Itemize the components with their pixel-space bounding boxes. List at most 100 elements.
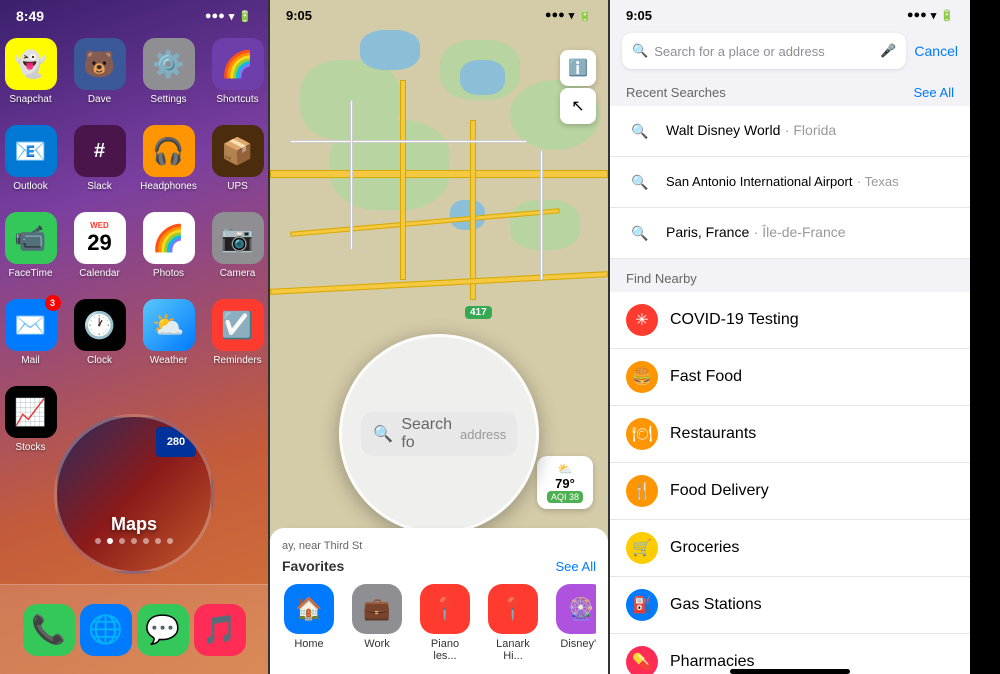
nearby-gas[interactable]: ⛽ Gas Stations <box>610 577 970 634</box>
recent-name-1: Walt Disney World <box>666 122 780 138</box>
app-slack[interactable]: # Slack <box>72 125 127 192</box>
park-area-3 <box>330 120 450 210</box>
shortcuts-label: Shortcuts <box>216 94 258 105</box>
fav-piano[interactable]: 📍 Piano les... <box>418 584 472 662</box>
favorites-see-all[interactable]: See All <box>556 559 596 574</box>
app-outlook[interactable]: 📧 Outlook <box>3 125 58 192</box>
app-camera[interactable]: 📷 Camera <box>210 212 265 279</box>
stocks-icon: 📈 <box>5 386 57 438</box>
fav-lanark-label: Lanark Hi... <box>486 638 540 662</box>
nearby-covid[interactable]: ✳ COVID-19 Testing <box>610 292 970 349</box>
maps-signal-icon: ●●● <box>545 9 565 22</box>
nearby-label-groceries: Groceries <box>670 539 739 557</box>
app-ups[interactable]: 📦 UPS <box>210 125 265 192</box>
fav-disney-label: Disney's <box>560 638 596 650</box>
ups-label: UPS <box>227 181 248 192</box>
app-reminders[interactable]: ☑️ Reminders <box>210 299 265 366</box>
outlook-icon: 📧 <box>5 125 57 177</box>
status-icons-1: ●●● ▾ 🔋 <box>205 10 252 23</box>
app-calendar[interactable]: WED 29 Calendar <box>72 212 127 279</box>
fav-disney[interactable]: 🎡 Disney's <box>554 584 596 662</box>
nearby-pharmacies[interactable]: 💊 Pharmacies <box>610 634 970 674</box>
page-dot-3 <box>119 538 125 544</box>
ups-icon: 📦 <box>212 125 264 177</box>
headphones-icon: 🎧 <box>143 125 195 177</box>
p3-battery-icon: 🔋 <box>940 9 954 22</box>
nearby-food-delivery[interactable]: 🍴 Food Delivery <box>610 463 970 520</box>
recent-see-all[interactable]: See All <box>914 85 954 100</box>
recent-dot-3: · <box>754 224 763 240</box>
favorites-header: Favorites See All <box>282 558 596 574</box>
weather-icon-badge: ⛅ <box>547 462 583 476</box>
search-glass-p3: 🔍 <box>632 43 648 59</box>
weather-temp: 79° <box>547 476 583 491</box>
microphone-btn-p3[interactable]: 🎤 <box>880 43 896 59</box>
phone1-home-screen: 8:49 ●●● ▾ 🔋 👻 Snapchat 🐻 Dave ⚙️ Settin… <box>0 0 270 674</box>
search-zoom-overlay: 🔍 Search fo address <box>339 334 539 534</box>
app-clock[interactable]: 🕐 Clock <box>72 299 127 366</box>
recent-searches-title: Recent Searches <box>626 85 726 100</box>
recent-subtitle-3: Île-de-France <box>762 224 845 240</box>
search-address-text: address <box>460 427 506 442</box>
road-thin-1 <box>290 140 527 143</box>
info-button[interactable]: ℹ️ <box>560 50 596 86</box>
battery-icon: 🔋 <box>238 10 252 23</box>
dock-music[interactable]: 🎵 <box>194 604 246 656</box>
app-shortcuts[interactable]: 🌈 Shortcuts <box>210 38 265 105</box>
recent-subtitle-2: Texas <box>865 174 899 189</box>
fastfood-icon: 🍔 <box>626 361 658 393</box>
fav-home[interactable]: 🏠 Home <box>282 584 336 662</box>
maps-wifi-icon: ▾ <box>569 9 575 22</box>
app-grid-row1: 👻 Snapchat 🐻 Dave ⚙️ Settings 🌈 Shortcut… <box>0 28 268 115</box>
nearby-groceries[interactable]: 🛒 Groceries <box>610 520 970 577</box>
recent-dot-2: · <box>857 174 865 189</box>
search-inner[interactable]: 🔍 Search fo address <box>361 412 516 456</box>
page-dot-5 <box>143 538 149 544</box>
nearby-restaurants[interactable]: 🍽 Restaurants <box>610 406 970 463</box>
page-indicator <box>0 538 268 544</box>
maps-circle-label: Maps <box>111 514 157 535</box>
gas-icon: ⛽ <box>626 589 658 621</box>
restaurants-icon: 🍽 <box>626 418 658 450</box>
stocks-label: Stocks <box>15 442 45 453</box>
camera-label: Camera <box>220 268 256 279</box>
status-bar-1: 8:49 ●●● ▾ 🔋 <box>0 0 268 28</box>
water-area-2 <box>460 60 505 95</box>
app-snapchat[interactable]: 👻 Snapchat <box>3 38 58 105</box>
cancel-button[interactable]: Cancel <box>914 43 958 59</box>
maps-app-circle[interactable]: 280 Maps <box>54 414 214 574</box>
app-weather[interactable]: ⛅ Weather <box>141 299 196 366</box>
recent-item-paris[interactable]: 🔍 Paris, France · Île-de-France <box>610 208 970 259</box>
recent-searches-header: Recent Searches See All <box>610 75 970 106</box>
recent-name-3: Paris, France <box>666 224 749 240</box>
location-button[interactable]: ↖ <box>560 88 596 124</box>
app-headphones[interactable]: 🎧 Headphones <box>141 125 196 192</box>
slack-icon: # <box>74 125 126 177</box>
app-dave[interactable]: 🐻 Dave <box>72 38 127 105</box>
road-main-v2 <box>470 120 476 300</box>
page-dot-7 <box>167 538 173 544</box>
app-photos[interactable]: 🌈 Photos <box>141 212 196 279</box>
dock-safari[interactable]: 🌐 <box>80 604 132 656</box>
dock-phone[interactable]: 📞 <box>23 604 75 656</box>
mail-badge: 3 <box>45 295 61 311</box>
fav-home-icon: 🏠 <box>284 584 334 634</box>
app-mail[interactable]: ✉️ 3 Mail <box>3 299 58 366</box>
reminders-icon: ☑️ <box>212 299 264 351</box>
nearby-label-gas: Gas Stations <box>670 596 762 614</box>
recent-item-airport[interactable]: 🔍 San Antonio International Airport · Te… <box>610 157 970 208</box>
dock-messages[interactable]: 💬 <box>137 604 189 656</box>
app-facetime[interactable]: 📹 FaceTime <box>3 212 58 279</box>
home-dock: 📞 🌐 💬 🎵 <box>0 584 268 674</box>
fav-lanark[interactable]: 📍 Lanark Hi... <box>486 584 540 662</box>
nearby-label-covid: COVID-19 Testing <box>670 311 799 329</box>
nearby-fastfood[interactable]: 🍔 Fast Food <box>610 349 970 406</box>
app-settings[interactable]: ⚙️ Settings <box>141 38 196 105</box>
recent-item-disney[interactable]: 🔍 Walt Disney World · Florida <box>610 106 970 157</box>
aqi-badge: AQI 38 <box>547 491 583 503</box>
fav-work[interactable]: 💼 Work <box>350 584 404 662</box>
camera-icon: 📷 <box>212 212 264 264</box>
search-field[interactable]: 🔍 Search for a place or address 🎤 <box>622 33 906 69</box>
fav-home-label: Home <box>294 638 323 650</box>
app-stocks[interactable]: 📈 Stocks <box>3 386 58 453</box>
